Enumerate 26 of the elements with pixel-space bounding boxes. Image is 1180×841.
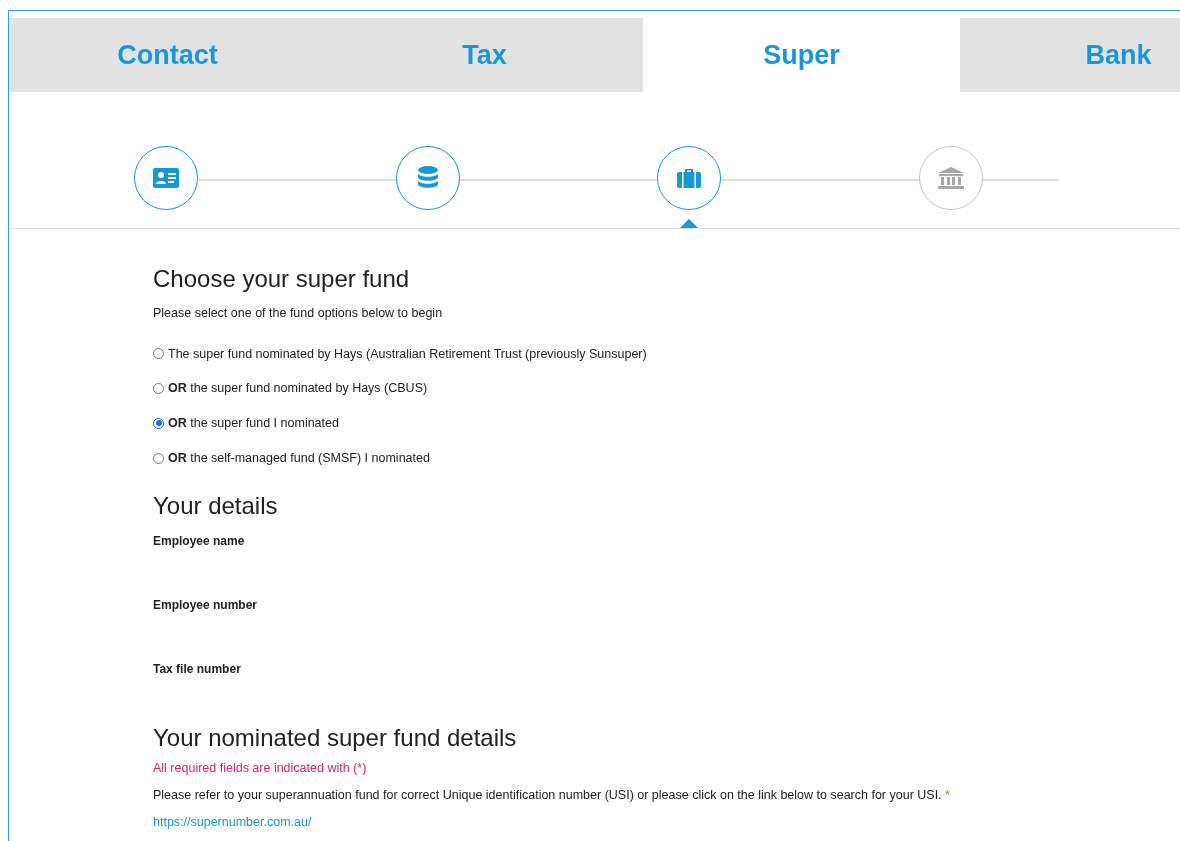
- radio-button[interactable]: [153, 452, 164, 464]
- radio-button[interactable]: [153, 417, 164, 429]
- field-label: Employee name: [153, 533, 246, 551]
- field-label: Tax file number: [153, 661, 242, 679]
- section-heading: Your details: [153, 491, 279, 521]
- tab[interactable]: Bank: [960, 18, 1180, 92]
- usi-instructions: Please refer to your superannuation fund for correct Unique identification number (USI) or please click on the link below to search for your USI.: [153, 787, 942, 802]
- id-card-icon: [153, 168, 179, 188]
- radio-label: The super fund nominated by Hays (Australian Retirement Trust (previously Sunsuper): [168, 345, 647, 363]
- field-label: Employee number: [153, 597, 259, 615]
- required-mark: *: [945, 787, 950, 802]
- tab[interactable]: Tax: [326, 18, 643, 92]
- radio-label: OR the super fund I nominated: [168, 415, 339, 433]
- database-icon: [416, 166, 439, 190]
- tab[interactable]: Contact: [9, 18, 326, 92]
- section-heading: Your nominated super fund details: [153, 724, 518, 754]
- radio-button[interactable]: [153, 383, 164, 395]
- radio-label: OR the self-managed fund (SMSF) I nominated: [168, 449, 430, 467]
- briefcase-icon: [677, 168, 701, 188]
- radio-label: OR the super fund nominated by Hays (CBUS): [168, 380, 428, 398]
- supernumber-link[interactable]: https://supernumber.com.au/: [153, 814, 312, 829]
- section-heading: Choose your super fund: [153, 265, 411, 294]
- intro-text: Please select one of the fund options below to begin: [153, 304, 444, 322]
- bank-icon: [937, 167, 964, 189]
- radio-button[interactable]: [153, 348, 164, 360]
- required-note: All required fields are indicated with (*): [153, 760, 368, 778]
